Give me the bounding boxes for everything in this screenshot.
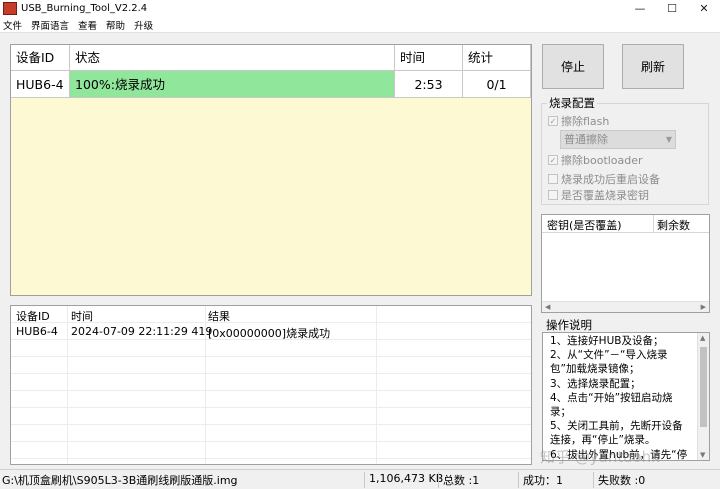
log-panel: 设备ID 时间 结果 HUB6-4 2024-07-09 22:11:29 41… [10,305,532,465]
overwrite-key-checkbox[interactable] [548,190,558,200]
status-failed: 失败数 :0 [598,474,646,487]
menu-language[interactable]: 界面语言 [31,18,69,32]
instructions-panel: 1、连接好HUB及设备； 2、从“文件”－“导入烧录包”加载烧录镜像； 3、选择… [542,332,710,461]
status-total: 总数 :1 [443,474,480,487]
overwrite-key-option[interactable]: 是否覆盖烧录密钥 [548,187,649,203]
scroll-right-icon[interactable]: ▶ [701,302,706,312]
key-header-separator [653,215,654,232]
menu-upgrade[interactable]: 升级 [134,18,153,32]
status-file-path: G:\机顶盒刷机\S905L3-3B通刷线刷版通版.img [2,474,238,487]
device-row[interactable]: HUB6-4 100%:烧录成功 2:53 0/1 [11,71,531,98]
refresh-button[interactable]: 刷新 [622,44,684,89]
erase-bootloader-label: 擦除bootloader [561,154,643,167]
log-result: [0x00000000]烧录成功 [208,327,331,340]
status-file-size: 1,106,473 KB [369,472,444,485]
log-col-device-id[interactable]: 设备ID [16,308,50,324]
status-separator [593,472,594,488]
erase-flash-option[interactable]: ✓ 擦除flash [548,113,609,129]
log-grid-line [11,441,531,442]
status-success: 成功：1 [523,474,563,487]
window-title: USB_Burning_Tool_V2.2.4 [21,3,148,14]
title-bar: USB_Burning_Tool_V2.2.4 — ☐ ✕ [0,0,720,17]
log-grid-line [11,407,531,408]
menu-bar: 文件 界面语言 查看 帮助 升级 [0,17,720,33]
col-time[interactable]: 时间 [395,45,463,71]
status-bar: G:\机顶盒刷机\S905L3-3B通刷线刷版通版.img 1,106,473 … [0,469,720,489]
erase-bootloader-checkbox[interactable]: ✓ [548,155,558,165]
key-header-line [542,232,709,233]
menu-view[interactable]: 查看 [78,18,97,32]
col-device-id[interactable]: 设备ID [11,45,70,71]
watermark: 知乎 @yantaohk [540,448,660,466]
instructions-text: 1、连接好HUB及设备； 2、从“文件”－“导入烧录包”加载烧录镜像； 3、选择… [550,335,688,461]
erase-flash-checkbox[interactable]: ✓ [548,116,558,126]
key-horizontal-scrollbar[interactable]: ◀ ▶ [542,301,709,312]
log-grid-line [11,424,531,425]
scroll-left-icon[interactable]: ◀ [545,302,550,312]
overwrite-key-label: 是否覆盖烧录密钥 [561,189,649,202]
reboot-after-label: 烧录成功后重启设备 [561,173,660,186]
device-id-cell: HUB6-4 [11,71,70,98]
chevron-down-icon: ▼ [665,135,672,144]
device-table-header: 设备ID 状态 时间 统计 [11,45,531,71]
status-separator [364,472,365,488]
key-col-key[interactable]: 密钥(是否覆盖) [547,217,622,233]
col-count[interactable]: 统计 [463,45,531,71]
stop-button[interactable]: 停止 [542,44,604,89]
time-cell: 2:53 [395,71,463,98]
scroll-thumb[interactable] [700,347,707,427]
erase-bootloader-option[interactable]: ✓ 擦除bootloader [548,152,643,168]
key-table: 密钥(是否覆盖) 剩余数 ◀ ▶ [541,214,710,313]
erase-flash-label: 擦除flash [561,115,610,128]
instructions-title: 操作说明 [546,318,592,332]
close-button[interactable]: ✕ [688,0,720,17]
log-col-result[interactable]: 结果 [208,308,230,324]
reboot-after-checkbox[interactable] [548,174,558,184]
scroll-up-icon[interactable]: ▲ [700,334,705,342]
burn-config-title: 烧录配置 [547,95,597,111]
log-grid-line [11,458,531,459]
status-cell: 100%:烧录成功 [70,71,395,98]
log-col-time[interactable]: 时间 [71,308,93,324]
app-icon [3,2,17,15]
status-separator [518,472,519,488]
maximize-button[interactable]: ☐ [656,0,688,17]
reboot-after-option[interactable]: 烧录成功后重启设备 [548,171,660,187]
minimize-button[interactable]: — [624,0,656,17]
log-grid-line [11,373,531,374]
status-text: 100%:烧录成功 [75,77,165,92]
log-device-id: HUB6-4 [16,325,58,338]
instructions-vertical-scrollbar[interactable]: ▲ ▼ [697,333,709,460]
menu-help[interactable]: 帮助 [106,18,125,32]
scroll-down-icon[interactable]: ▼ [700,451,705,459]
status-separator [438,472,439,488]
menu-file[interactable]: 文件 [3,18,22,32]
count-cell: 0/1 [463,71,531,98]
log-time: 2024-07-09 22:11:29 419 [71,325,213,338]
key-col-remaining[interactable]: 剩余数 [657,217,690,233]
log-grid-line [11,356,531,357]
erase-mode-select[interactable]: 普通擦除 ▼ [560,130,676,149]
log-grid-line [11,390,531,391]
device-panel: 设备ID 状态 时间 统计 HUB6-4 100%:烧录成功 2:53 0/1 [10,44,532,296]
erase-mode-value: 普通擦除 [564,133,608,146]
col-status[interactable]: 状态 [70,45,395,71]
